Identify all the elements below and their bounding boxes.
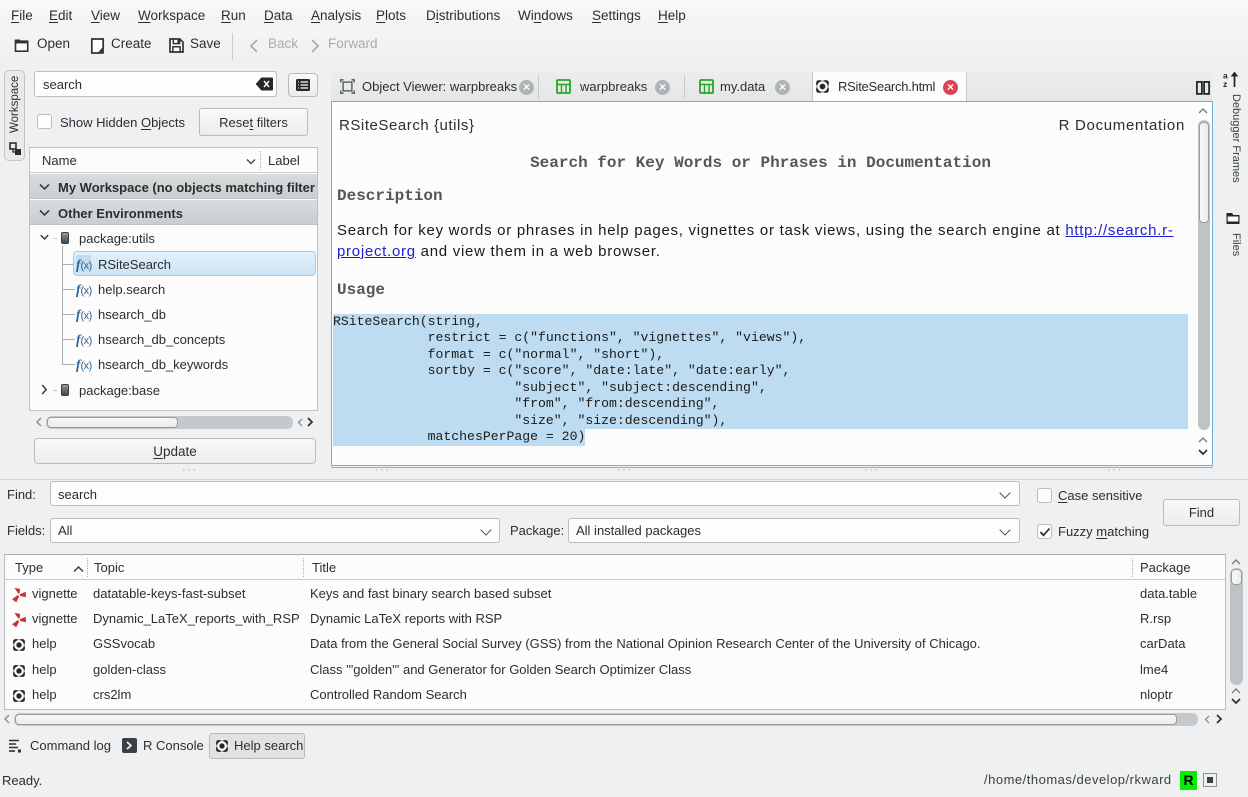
svg-text:z: z [1223,79,1227,88]
